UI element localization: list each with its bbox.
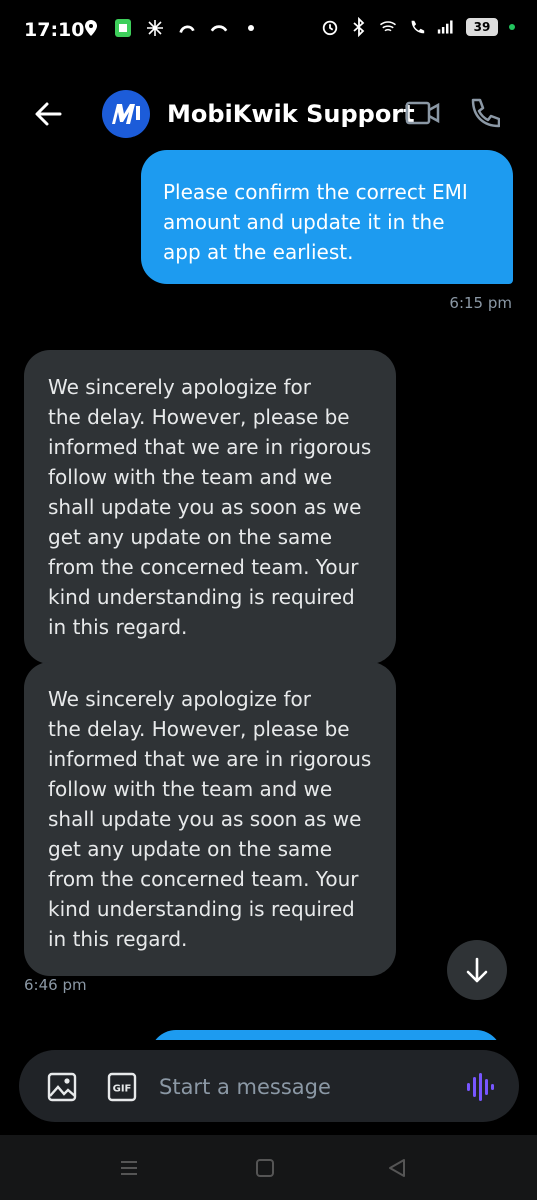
bluetooth-icon bbox=[350, 17, 368, 37]
message-line: follow with the team and we bbox=[48, 777, 333, 801]
system-navigation-bar bbox=[0, 1135, 537, 1200]
app-notification-icon bbox=[114, 18, 132, 38]
system-icons: 39 bbox=[321, 17, 515, 37]
message-line: get any update on the same bbox=[48, 837, 333, 861]
message-line: kind understanding is required bbox=[48, 897, 355, 921]
wifi-icon bbox=[379, 17, 397, 37]
more-dot-icon bbox=[242, 18, 260, 38]
message-line: shall update you as soon as we bbox=[48, 807, 362, 831]
message-line: in this regard. bbox=[48, 927, 188, 951]
chat-header: MobiKwik Support bbox=[0, 80, 537, 150]
gif-label: GIF bbox=[113, 1084, 132, 1095]
message-timestamp: 6:15 pm bbox=[449, 294, 512, 312]
message-timestamp: 6:46 pm bbox=[24, 976, 87, 994]
add-image-button[interactable] bbox=[47, 1072, 77, 1102]
voice-message-button[interactable] bbox=[465, 1071, 495, 1103]
message-line: from the concerned team. Your bbox=[48, 555, 359, 579]
message-line: in this regard. bbox=[48, 615, 188, 639]
video-camera-icon bbox=[405, 101, 440, 125]
back-button[interactable] bbox=[30, 96, 66, 132]
mobikwik-logo-icon bbox=[112, 104, 140, 124]
sparkle-icon bbox=[146, 18, 164, 38]
message-bubble-received[interactable]: We sincerely apologize for the delay. Ho… bbox=[24, 350, 396, 664]
message-line: the delay. However, please be bbox=[48, 405, 350, 429]
square-icon bbox=[256, 1159, 274, 1177]
message-line: get any update on the same bbox=[48, 525, 333, 549]
message-line: follow with the team and we bbox=[48, 465, 333, 489]
add-gif-button[interactable]: GIF bbox=[107, 1072, 137, 1102]
status-time: 17:10 bbox=[24, 19, 85, 41]
message-line: kind understanding is required bbox=[48, 585, 355, 609]
avatar[interactable] bbox=[102, 90, 150, 138]
wifi-calling-icon bbox=[408, 17, 426, 37]
message-bubble-sent-partial[interactable] bbox=[150, 1030, 502, 1040]
phone-icon bbox=[471, 98, 501, 128]
recent-apps-button[interactable] bbox=[114, 1153, 144, 1183]
back-nav-button[interactable] bbox=[382, 1153, 412, 1183]
message-list[interactable]: Please confirm the correct EMI amount an… bbox=[0, 150, 537, 1040]
notification-icons bbox=[82, 18, 260, 38]
message-line: informed that we are in rigorous bbox=[48, 435, 372, 459]
missed-call-icon bbox=[210, 18, 228, 38]
message-line: We sincerely apologize for bbox=[48, 375, 311, 399]
alarm-icon bbox=[321, 17, 339, 37]
signal-icon bbox=[437, 17, 455, 37]
battery-indicator: 39 bbox=[466, 18, 498, 36]
message-line: app at the earliest. bbox=[163, 240, 354, 264]
message-line: Please confirm the correct EMI bbox=[163, 180, 468, 204]
swirl-icon bbox=[178, 18, 196, 38]
menu-icon bbox=[121, 1161, 137, 1175]
message-line: informed that we are in rigorous bbox=[48, 747, 372, 771]
voice-waveform-icon bbox=[467, 1073, 494, 1101]
video-call-button[interactable] bbox=[405, 98, 441, 130]
message-bubble-received[interactable]: We sincerely apologize for the delay. Ho… bbox=[24, 662, 396, 976]
image-icon bbox=[47, 1072, 77, 1102]
message-line: the delay. However, please be bbox=[48, 717, 350, 741]
scroll-to-bottom-button[interactable] bbox=[447, 940, 507, 1000]
message-line: We sincerely apologize for bbox=[48, 687, 311, 711]
message-input[interactable] bbox=[157, 1068, 451, 1106]
status-bar: 17:10 39 bbox=[0, 0, 537, 62]
message-bubble-sent[interactable]: Please confirm the correct EMI amount an… bbox=[141, 150, 513, 284]
location-pin-icon bbox=[82, 18, 100, 38]
triangle-back-icon bbox=[389, 1159, 405, 1177]
privacy-indicator-icon bbox=[509, 24, 515, 30]
arrow-down-icon bbox=[466, 957, 488, 983]
home-button[interactable] bbox=[250, 1153, 280, 1183]
message-line: amount and update it in the bbox=[163, 210, 445, 234]
arrow-left-icon bbox=[35, 102, 62, 126]
gif-icon: GIF bbox=[107, 1072, 137, 1102]
voice-call-button[interactable] bbox=[466, 97, 501, 131]
message-line: shall update you as soon as we bbox=[48, 495, 362, 519]
message-composer: GIF bbox=[19, 1050, 519, 1122]
chat-title: MobiKwik Support bbox=[167, 100, 415, 128]
message-line: from the concerned team. Your bbox=[48, 867, 359, 891]
